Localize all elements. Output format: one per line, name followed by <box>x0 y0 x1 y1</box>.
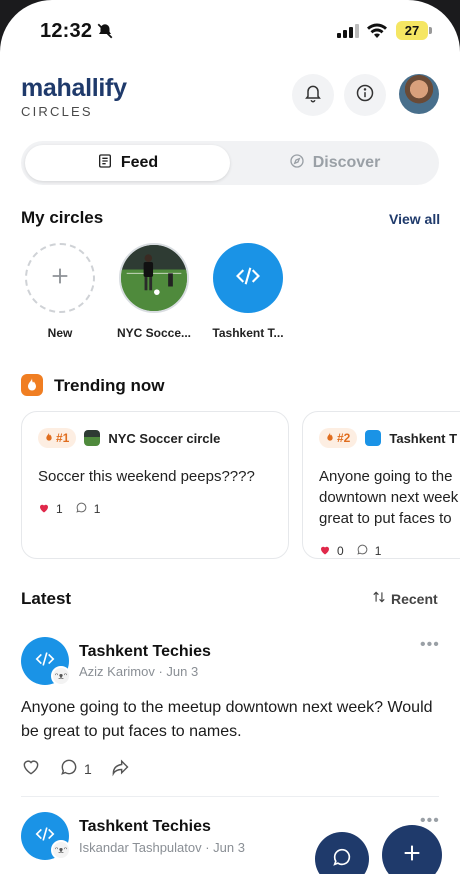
post-author-meta: Iskandar Tashpulatov · Jun 3 <box>79 840 245 855</box>
info-icon <box>355 83 375 108</box>
status-bar: 12:32 27 <box>0 18 460 46</box>
post-divider <box>21 796 439 797</box>
rank-text: #1 <box>56 431 70 445</box>
comment-icon[interactable] <box>356 543 369 559</box>
feed-discover-toggle: Feed Discover <box>21 141 439 185</box>
app-logo: mahallify CIRCLES <box>21 74 127 119</box>
view-all-link[interactable]: View all <box>389 211 440 227</box>
bell-icon <box>303 83 323 108</box>
comment-count: 1 <box>93 502 101 516</box>
info-button[interactable] <box>344 74 386 116</box>
plus-icon <box>49 265 71 292</box>
post-body: Anyone going to the meetup downtown next… <box>21 699 433 740</box>
tashkent-techies-bubble[interactable] <box>213 243 283 313</box>
tab-discover-label: Discover <box>312 154 381 171</box>
trending-card[interactable]: #1 NYC Soccer circle Soccer this weekend… <box>21 411 289 559</box>
status-time: 12:32 <box>40 20 93 42</box>
brand-subtitle: CIRCLES <box>21 104 93 119</box>
chat-icon <box>331 846 353 873</box>
compass-icon <box>289 153 305 174</box>
plus-icon <box>401 842 423 869</box>
circle-new[interactable]: New <box>20 243 100 340</box>
post-circle-name[interactable]: Tashkent Techies <box>79 643 211 661</box>
cellular-signal-icon <box>337 24 359 38</box>
comment-icon[interactable] <box>75 501 88 517</box>
circle-thumbnail <box>84 430 101 446</box>
my-circles-title: My circles <box>21 208 104 227</box>
flame-icon <box>21 374 43 396</box>
code-icon <box>234 262 262 295</box>
trending-circle-name: NYC Soccer circle <box>108 430 221 446</box>
app-screen: 12:32 27 mahallify CIRCLES Feed Discover… <box>0 0 460 874</box>
flame-icon <box>45 431 53 445</box>
user-avatar[interactable] <box>399 74 439 114</box>
circle-label: New <box>47 326 73 340</box>
post-circle-name[interactable]: Tashkent Techies <box>79 818 211 836</box>
comment-button[interactable]: 1 <box>59 757 92 780</box>
comment-icon <box>59 757 79 780</box>
feed-icon <box>97 153 113 174</box>
wifi-icon <box>366 22 388 45</box>
rank-text: #2 <box>337 431 351 445</box>
post-actions: 1 <box>21 757 130 780</box>
more-icon[interactable]: ••• <box>420 636 440 654</box>
notifications-button[interactable] <box>292 74 334 116</box>
tab-feed[interactable]: Feed <box>25 145 230 181</box>
heart-icon[interactable] <box>38 502 50 517</box>
comment-count: 1 <box>84 760 92 777</box>
rank-badge: #1 <box>38 428 77 448</box>
author-avatar[interactable]: ᵔᴥᵔ <box>51 666 71 686</box>
trending-card[interactable]: #2 Tashkent T Anyone going to the downto… <box>302 411 460 559</box>
sort-icon <box>372 590 386 607</box>
tab-feed-label: Feed <box>120 154 159 171</box>
circle-label: NYC Socce... <box>116 326 192 340</box>
sort-button[interactable]: Recent <box>372 590 438 607</box>
new-circle-bubble[interactable] <box>25 243 95 313</box>
sort-label: Recent <box>391 590 438 607</box>
circle-tashkent-techies[interactable]: Tashkent T... <box>208 243 288 340</box>
circle-thumbnail <box>365 430 382 446</box>
chat-button[interactable] <box>315 832 369 874</box>
circle-nyc-soccer[interactable]: NYC Socce... <box>114 243 194 340</box>
rank-badge: #2 <box>319 428 358 448</box>
comment-count: 1 <box>374 544 382 558</box>
author-avatar[interactable]: ᵔᴥᵔ <box>51 840 71 860</box>
flame-icon <box>326 431 334 445</box>
tab-discover[interactable]: Discover <box>234 145 435 181</box>
trending-title: Trending now <box>54 376 165 395</box>
trending-post-text: Anyone going to the downtown next week g… <box>319 468 459 527</box>
brand-name: mahallify <box>21 74 127 102</box>
latest-title: Latest <box>21 589 72 608</box>
post-author-meta: Aziz Karimov · Jun 3 <box>79 664 199 679</box>
share-icon[interactable] <box>110 757 130 780</box>
like-count: 0 <box>337 544 344 558</box>
heart-icon[interactable] <box>21 757 41 780</box>
trending-circle-name: Tashkent T <box>389 430 458 446</box>
trending-post-text: Soccer this weekend peeps???? <box>38 468 255 485</box>
battery-indicator: 27 <box>396 21 432 40</box>
like-count: 1 <box>56 502 63 516</box>
nyc-soccer-photo[interactable] <box>119 243 189 313</box>
circle-label: Tashkent T... <box>212 326 284 340</box>
bell-mute-icon <box>96 22 114 45</box>
heart-icon[interactable] <box>319 544 331 559</box>
create-post-button[interactable] <box>382 825 442 874</box>
